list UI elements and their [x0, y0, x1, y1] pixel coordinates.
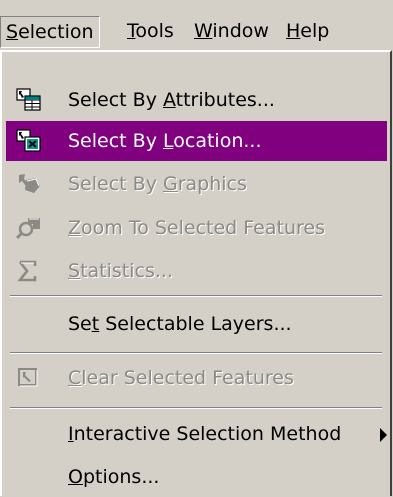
menu-selection[interactable]: Selection: [0, 16, 100, 48]
select-by-graphics-icon: [16, 172, 42, 196]
menu-tools-rest: ools: [135, 20, 174, 42]
menu-item-clear-selected-features[interactable]: Clear Selected Features: [6, 358, 387, 398]
selection-dropdown-menu: Select By Attributes... Select By Locati…: [0, 50, 392, 496]
menu-item-interactive-selection-method[interactable]: Interactive Selection Method: [6, 414, 387, 454]
menu-item-label: Select By Attributes...: [68, 89, 275, 111]
menu-tools[interactable]: Tools: [122, 16, 179, 48]
menu-window-rest: indow: [212, 20, 269, 42]
menu-item-select-by-attributes[interactable]: Select By Attributes...: [6, 80, 387, 120]
statistics-sigma-icon: [16, 259, 42, 283]
select-by-attributes-icon: [16, 88, 42, 112]
menu-item-label: Select By Location...: [68, 130, 262, 152]
menu-bar: Selection Tools Window Help: [0, 0, 393, 52]
menu-help[interactable]: Help: [281, 16, 334, 48]
menu-item-label: Set Selectable Layers...: [68, 313, 292, 335]
menu-help-rest: elp: [300, 20, 330, 42]
menu-help-accel: H: [286, 20, 301, 42]
menu-window-accel: W: [194, 20, 213, 42]
menu-separator: [10, 352, 382, 354]
clear-selection-icon: [16, 366, 42, 390]
menu-item-select-by-location[interactable]: Select By Location...: [6, 121, 387, 161]
menu-item-zoom-to-selected[interactable]: Zoom To Selected Features: [6, 208, 387, 248]
menu-item-label: Statistics...: [68, 260, 173, 282]
menu-item-label: Zoom To Selected Features: [68, 217, 325, 239]
menu-window[interactable]: Window: [189, 16, 274, 48]
menu-item-label: Options...: [68, 466, 160, 488]
menu-separator: [10, 407, 382, 409]
menu-item-statistics[interactable]: Statistics...: [6, 251, 387, 291]
submenu-arrow-icon: [380, 428, 387, 442]
zoom-to-selected-icon: [15, 216, 42, 240]
menu-item-set-selectable-layers[interactable]: Set Selectable Layers...: [6, 304, 387, 344]
menu-separator: [10, 295, 382, 297]
select-by-location-icon: [16, 129, 42, 153]
menu-item-label: Interactive Selection Method: [68, 423, 342, 445]
menu-item-label: Select By Graphics: [68, 173, 247, 195]
menu-item-label: Clear Selected Features: [68, 367, 294, 389]
menu-item-options[interactable]: Options...: [6, 457, 387, 497]
menu-selection-accel: S: [6, 21, 19, 43]
menu-selection-rest: election: [18, 21, 94, 43]
menu-item-select-by-graphics[interactable]: Select By Graphics: [6, 164, 387, 204]
